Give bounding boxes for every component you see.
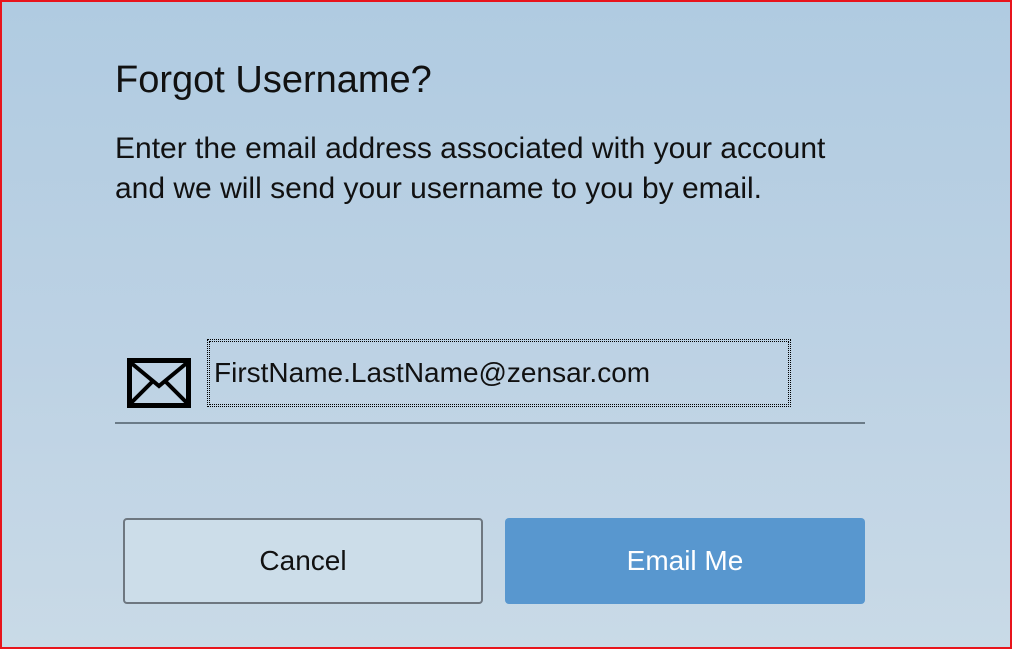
cancel-button[interactable]: Cancel	[123, 518, 483, 604]
email-me-button[interactable]: Email Me	[505, 518, 865, 604]
email-input[interactable]	[207, 339, 791, 407]
dialog-title: Forgot Username?	[115, 59, 432, 101]
forgot-username-dialog: Forgot Username? Enter the email address…	[0, 0, 1012, 649]
envelope-icon	[127, 358, 191, 408]
email-field-row	[115, 338, 865, 424]
dialog-description: Enter the email address associated with …	[115, 132, 826, 205]
